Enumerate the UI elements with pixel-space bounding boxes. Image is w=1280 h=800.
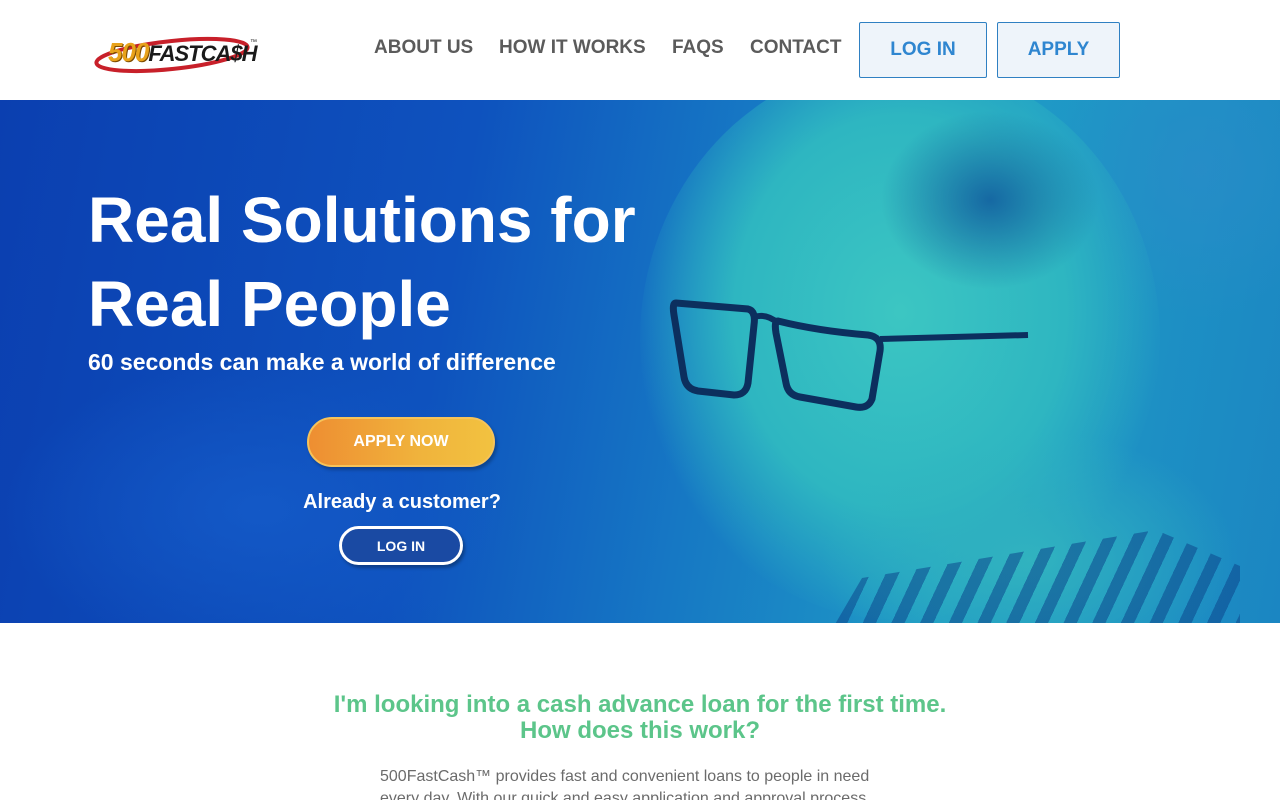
hero-title-line: Real People (88, 268, 451, 340)
faq-answer: 500FastCash™ provides fast and convenien… (380, 768, 871, 800)
apply-now-button[interactable]: APPLY NOW (307, 417, 495, 467)
nav-contact[interactable]: CONTACT (750, 37, 841, 59)
hero-subtitle: 60 seconds can make a world of differenc… (88, 349, 556, 375)
header-apply-button[interactable]: APPLY (997, 22, 1120, 78)
logo-text: 500FASTCA$H (108, 37, 258, 67)
hero-hair-shape (880, 110, 1100, 290)
hero-login-button[interactable]: LOG IN (339, 526, 463, 565)
hero-title-line: Real Solutions for (88, 184, 636, 256)
header-login-button[interactable]: LOG IN (859, 22, 987, 78)
logo-trademark: ™ (250, 39, 257, 46)
already-customer-text: Already a customer? (303, 491, 501, 513)
faq-question: I'm looking into a cash advance loan for… (240, 692, 1040, 744)
glasses-icon (669, 299, 1029, 411)
hero-banner: Real Solutions for Real People 60 second… (0, 100, 1280, 623)
site-header: 500FASTCA$H ™ ABOUT US HOW IT WORKS FAQS… (0, 0, 1280, 100)
faq-question-line: How does this work? (519, 717, 761, 744)
nav-how-it-works[interactable]: HOW IT WORKS (499, 37, 646, 59)
nav-about-us[interactable]: ABOUT US (374, 37, 473, 59)
logo[interactable]: 500FASTCA$H ™ (92, 28, 262, 76)
nav-faqs[interactable]: FAQS (672, 37, 724, 59)
faq-question-line: I'm looking into a cash advance loan for… (333, 691, 947, 718)
hero-title: Real Solutions for Real People (88, 178, 708, 346)
